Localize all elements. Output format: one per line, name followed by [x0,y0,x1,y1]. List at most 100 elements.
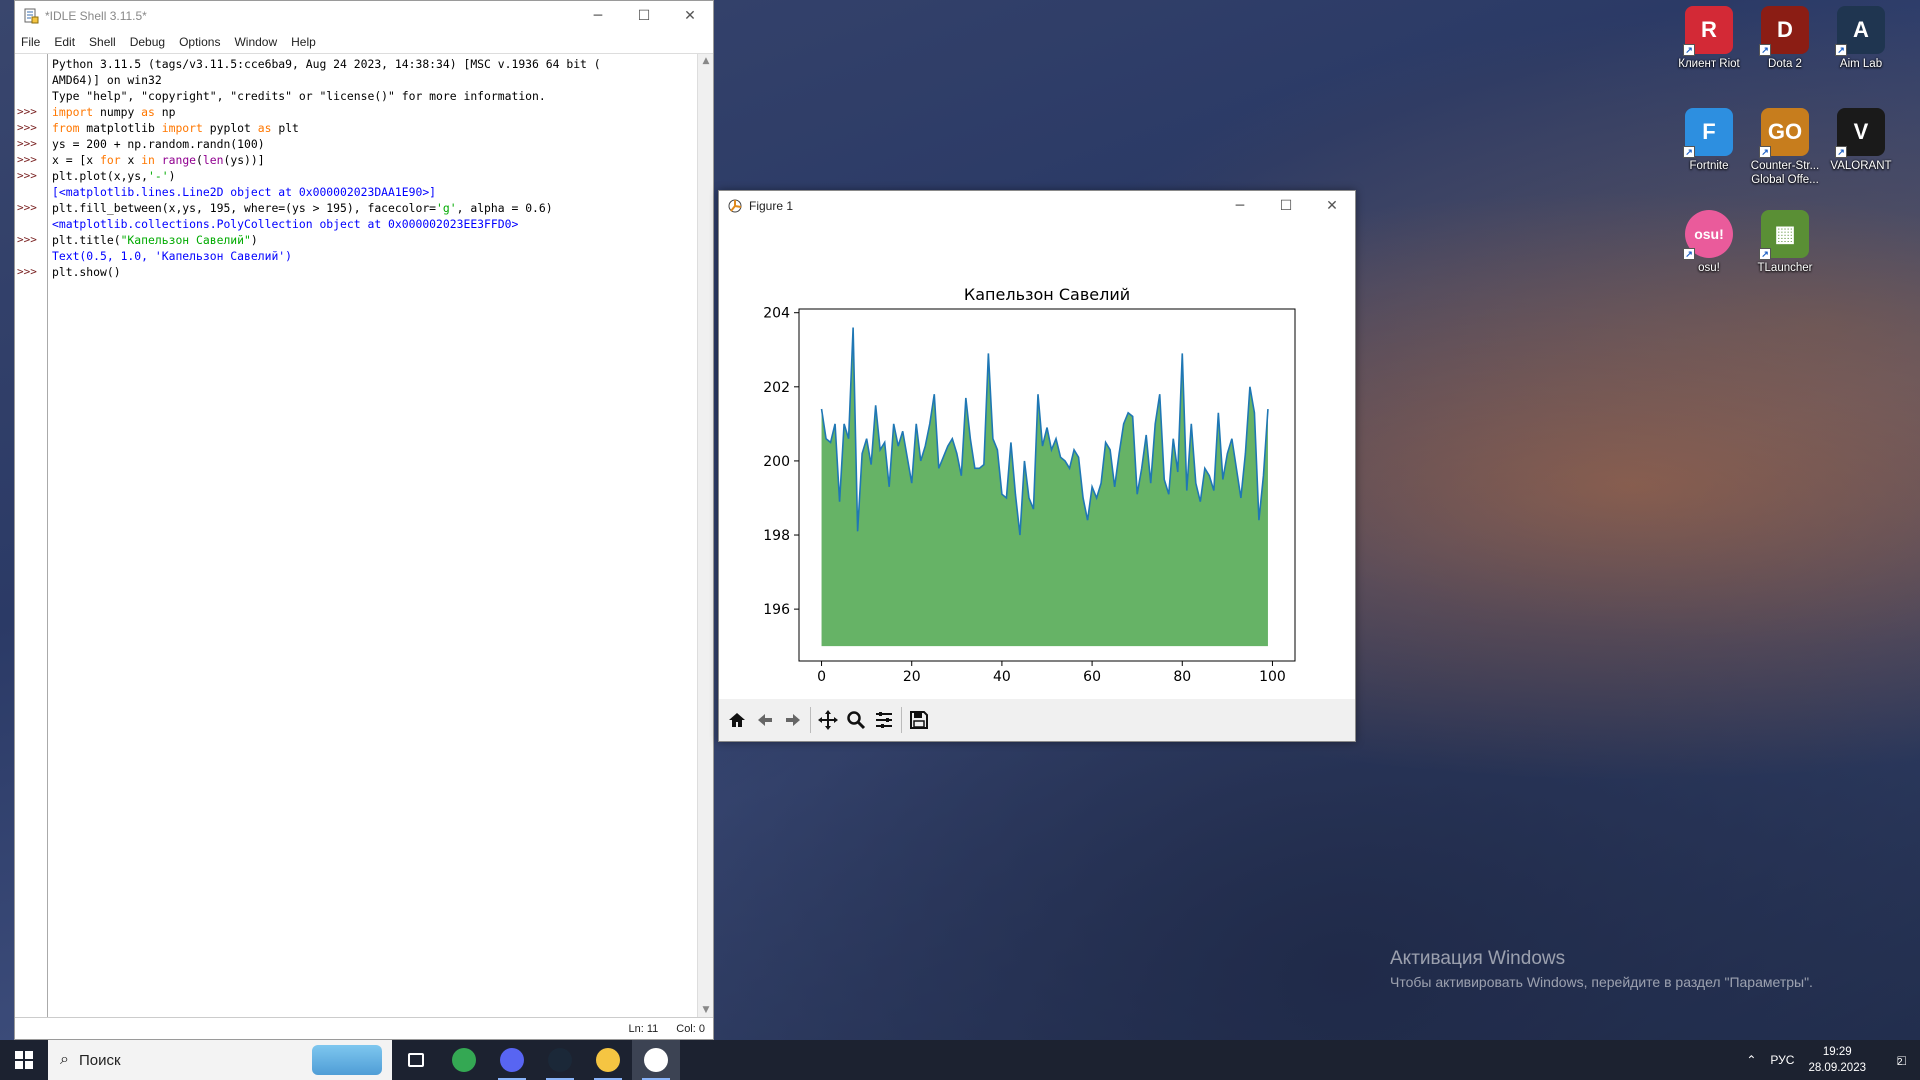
desktop-shortcut[interactable]: osu! ↗ osu! [1672,210,1746,275]
minimize-button[interactable]: ─ [575,1,621,31]
menu-options[interactable]: Options [179,35,220,49]
menu-shell[interactable]: Shell [89,35,116,49]
zoom-icon[interactable] [842,706,870,734]
idle-app-icon [24,8,39,24]
shell-line: plt.plot(x,ys,'-') [52,168,693,184]
y-tick-label: 198 [763,528,790,544]
x-tick-label: 60 [1083,669,1101,681]
shortcut-arrow-icon: ↗ [1683,146,1695,158]
desktop-shortcut[interactable]: D ↗ Dota 2 [1748,6,1822,71]
aim-lab-icon: A ↗ [1835,6,1885,56]
code-token: ys = 200 + np.random.randn(100) [52,137,265,151]
scroll-down-icon[interactable]: ▼ [698,1005,714,1015]
desktop-shortcut-label: TLauncher [1757,262,1813,274]
taskbar-app-button[interactable] [584,1040,632,1080]
taskbar-app-button[interactable] [392,1040,440,1080]
code-token: plt [271,121,299,135]
shell-line: import numpy as np [52,104,693,120]
code-token: np [154,105,176,119]
desktop-shortcut[interactable]: ▦ ↗ TLauncher [1748,210,1822,275]
figure-close-button[interactable]: ✕ [1309,191,1355,221]
status-line: Ln: 11 [628,1022,659,1035]
idle-titlebar[interactable]: *IDLE Shell 3.11.5* ─ ☐ ✕ [15,1,713,31]
code-token: '-' [148,169,169,183]
prompt-marker [15,184,47,200]
shell-text[interactable]: Python 3.11.5 (tags/v3.11.5:cce6ba9, Aug… [48,54,697,1017]
configure-subplots-icon[interactable] [870,706,898,734]
menu-file[interactable]: File [21,35,40,49]
start-button[interactable] [0,1040,48,1080]
code-token: ) [250,233,258,247]
desktop-shortcut-label: VALORANT [1830,160,1892,172]
close-button[interactable]: ✕ [667,1,713,31]
matplotlib-figure-icon [728,199,742,213]
code-token: Python 3.11.5 (tags/v3.11.5:cce6ba9, Aug… [52,57,601,71]
maximize-button[interactable]: ☐ [621,1,667,31]
code-token: <matplotlib.collections.PolyCollection o… [52,217,519,231]
forward-icon[interactable] [779,706,807,734]
notification-count: 2 [1896,1056,1903,1068]
shell-line: plt.show() [52,264,693,280]
desktop-shortcut[interactable]: GO ↗ Counter-Str... Global Offe... [1748,108,1822,187]
code-token: [<matplotlib.lines.Line2D object at 0x00… [52,185,437,199]
home-icon[interactable] [723,706,751,734]
task-view-icon [408,1053,424,1067]
shell-line: ys = 200 + np.random.randn(100) [52,136,693,152]
prompt-marker: >>> [17,121,37,134]
prompt-gutter: >>> >>> >>> >>> >>> >>> >>> >>> [15,54,48,1017]
idle-shell-window: *IDLE Shell 3.11.5* ─ ☐ ✕ File Edit Shel… [14,0,714,1040]
prompt-marker [15,88,47,104]
shell-line: AMD64)] on win32 [52,72,693,88]
icon-glyph: osu! [1694,226,1724,242]
desktop-shortcut-label: Fortnite [1689,160,1729,172]
notification-center-button[interactable]: □ 2 [1880,1040,1920,1080]
taskbar-app-button[interactable] [440,1040,488,1080]
shortcut-arrow-icon: ↗ [1759,146,1771,158]
scroll-up-icon[interactable]: ▲ [698,56,714,66]
code-token: from [52,121,80,135]
csgo-icon: GO ↗ [1759,108,1809,158]
chart-svg: 0 20 40 60 80 100 196 198 200 202 204 Капельзон Сав… [763,285,1296,685]
vertical-scrollbar[interactable]: ▲ ▼ [697,54,713,1017]
figure-window: Figure 1 ─ ☐ ✕ 0 20 40 60 80 100 196 198 200 202 2… [718,190,1356,742]
plot-canvas[interactable]: 0 20 40 60 80 100 196 198 200 202 204 Капельзон Сав… [719,221,1355,685]
pan-icon[interactable] [814,706,842,734]
taskbar-app-button[interactable] [632,1040,680,1080]
desktop-shortcut[interactable]: R ↗ Клиент Riot [1672,6,1746,71]
prompt-marker: >>> [17,233,37,246]
tlauncher-icon: ▦ ↗ [1759,210,1809,260]
prompt-marker: >>> [17,137,37,150]
back-icon[interactable] [751,706,779,734]
search-icon: ⌕ [60,1051,69,1068]
menu-debug[interactable]: Debug [130,35,165,49]
figure-titlebar[interactable]: Figure 1 ─ ☐ ✕ [719,191,1355,221]
figure-maximize-button[interactable]: ☐ [1263,191,1309,221]
clock-date: 28.09.2023 [1808,1062,1866,1074]
shell-line: from matplotlib import pyplot as plt [52,120,693,136]
chevron-up-icon[interactable]: ⌃ [1746,1053,1756,1067]
chrome-icon [452,1048,476,1072]
icon-glyph: R [1701,17,1717,42]
menu-window[interactable]: Window [234,35,277,49]
desktop-shortcut[interactable]: F ↗ Fortnite [1672,108,1746,173]
prompt-marker: >>> [17,153,37,166]
shortcut-arrow-icon: ↗ [1835,44,1847,56]
clock[interactable]: 19:29 28.09.2023 [1808,1044,1866,1076]
taskbar-app-button[interactable] [488,1040,536,1080]
menu-edit[interactable]: Edit [54,35,75,49]
icon-glyph: ▦ [1774,221,1796,246]
save-icon[interactable] [905,706,933,734]
desktop-shortcut[interactable]: V ↗ VALORANT [1824,108,1898,173]
figure-minimize-button[interactable]: ─ [1217,191,1263,221]
language-indicator[interactable]: РУС [1770,1053,1794,1067]
menu-help[interactable]: Help [291,35,316,49]
taskbar-app-button[interactable] [536,1040,584,1080]
desktop-shortcut[interactable]: A ↗ Aim Lab [1824,6,1898,71]
search-placeholder: Поиск [78,1051,121,1069]
taskbar-search[interactable]: ⌕ Поиск [48,1040,392,1080]
code-token: AMD64)] on win32 [52,73,162,87]
x-tick-label: 100 [1259,669,1286,681]
riot-client-icon: R ↗ [1683,6,1733,56]
desktop-shortcut-label: Dota 2 [1768,58,1802,70]
